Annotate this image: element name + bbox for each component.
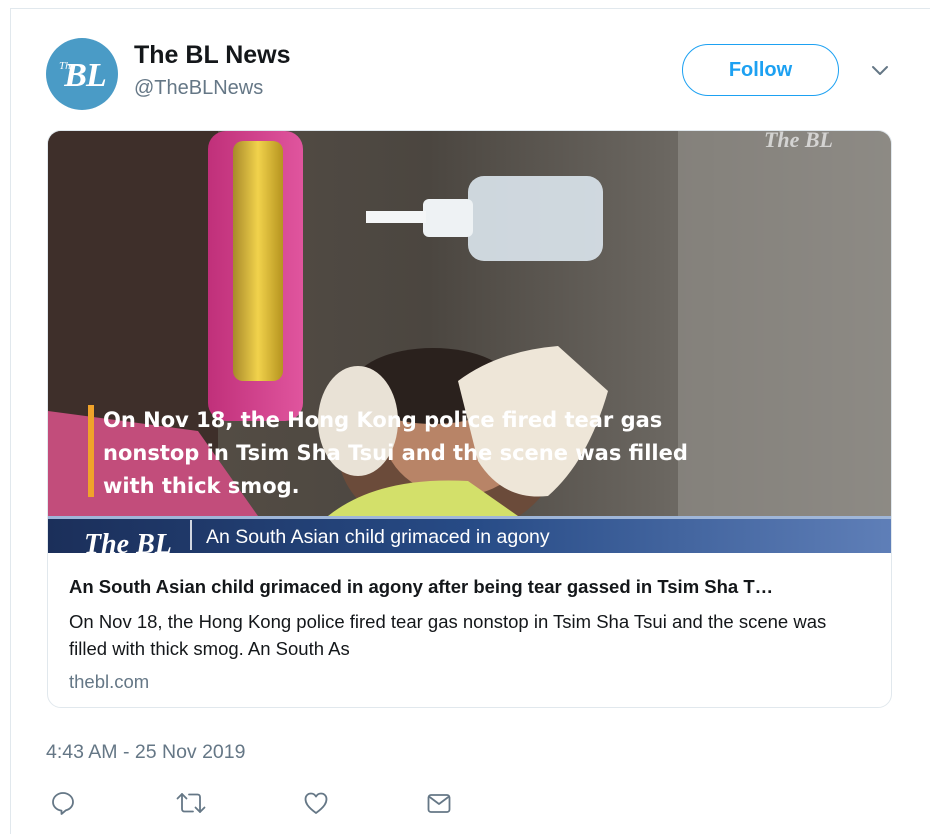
chevron-down-icon[interactable] (871, 65, 889, 77)
image-caption-line: On Nov 18, the Hong Kong police fired te… (103, 408, 662, 432)
card-description: On Nov 18, the Hong Kong police fired te… (69, 611, 827, 659)
follow-button[interactable]: Follow (682, 44, 839, 96)
banner-text: An South Asian child grimaced in agony (206, 526, 550, 548)
tweet-card: The BL The BL News @TheBLNews Follow The… (10, 8, 930, 834)
avatar[interactable]: The BL (46, 38, 118, 110)
account-name[interactable]: The BL News (134, 41, 291, 70)
message-icon[interactable] (425, 789, 453, 817)
banner-logo: The BL (84, 529, 172, 553)
avatar-small-text: The (59, 60, 76, 72)
retweet-icon[interactable] (174, 789, 208, 817)
reply-icon[interactable] (49, 789, 77, 817)
card-title[interactable]: An South Asian child grimaced in agony a… (69, 576, 874, 598)
link-preview-card[interactable]: The BL On Nov 18, the Hong Kong police f… (47, 130, 892, 708)
image-watermark: The BL (764, 131, 833, 152)
image-caption-line: nonstop in Tsim Sha Tsui and the scene w… (103, 441, 688, 465)
card-image[interactable]: The BL On Nov 18, the Hong Kong police f… (48, 131, 892, 553)
account-handle[interactable]: @TheBLNews (134, 77, 263, 100)
tweet-timestamp[interactable]: 4:43 AM - 25 Nov 2019 (46, 741, 245, 764)
image-caption-line: with thick smog. (103, 474, 300, 498)
card-domain: thebl.com (69, 671, 150, 692)
card-body[interactable]: An South Asian child grimaced in agony a… (48, 553, 891, 707)
like-icon[interactable] (302, 789, 330, 817)
